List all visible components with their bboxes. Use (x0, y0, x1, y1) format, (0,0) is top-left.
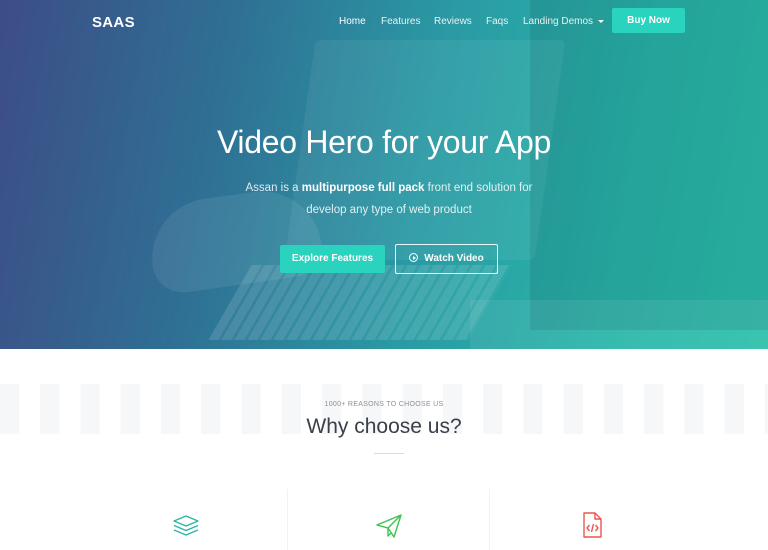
hero-title: Video Hero for your App (216, 124, 552, 160)
title-divider (374, 453, 404, 454)
nav-item-features[interactable]: Features (381, 16, 420, 27)
code-file-icon (583, 512, 602, 538)
caret-down-icon (598, 19, 605, 23)
section-title: Why choose us? (306, 415, 462, 438)
nav-item-landing-demos-label: Landing Demos (523, 16, 594, 27)
why-choose-us-section: ▌▌▌▌▌▌▌▌▌▌▌▌▌▌▌▌▌▌▌▌▌ 1000+ REASONS TO C… (0, 349, 768, 550)
explore-features-button[interactable]: Explore Features (280, 245, 385, 273)
nav-item-home[interactable]: Home (339, 16, 366, 27)
hero-section: SAAS Home Features Reviews Faqs Landing … (0, 0, 768, 349)
nav-item-landing-demos[interactable]: Landing Demos (523, 16, 605, 27)
column-divider (489, 489, 490, 550)
section-eyebrow: 1000+ REASONS TO CHOOSE US (324, 401, 444, 408)
watch-video-label: Watch Video (424, 253, 484, 264)
layers-icon (173, 515, 199, 536)
play-circle-icon (409, 253, 419, 262)
buy-now-button[interactable]: Buy Now (612, 8, 685, 33)
top-navbar: SAAS Home Features Reviews Faqs Landing … (0, 0, 768, 44)
paper-plane-icon (376, 514, 402, 538)
nav-item-reviews[interactable]: Reviews (434, 16, 472, 27)
brand-logo[interactable]: SAAS (92, 14, 135, 31)
column-divider (287, 489, 288, 550)
hero-subtitle-bold: multipurpose full pack (301, 182, 425, 194)
hero-subtitle: Assan is a multipurpose full pack front … (224, 177, 554, 221)
nav-item-faqs[interactable]: Faqs (486, 16, 508, 27)
watch-video-button[interactable]: Watch Video (395, 244, 498, 274)
hero-background-image (0, 0, 768, 349)
hero-subtitle-pre: Assan is a (245, 182, 302, 194)
